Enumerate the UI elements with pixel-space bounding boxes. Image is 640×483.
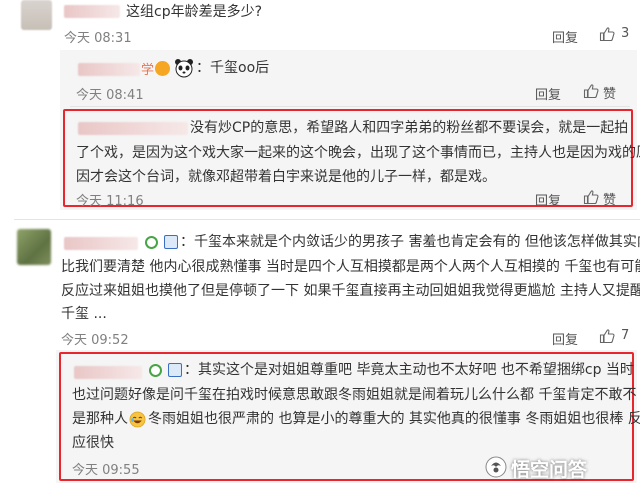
like-button[interactable]: 3 xyxy=(599,26,631,44)
divider xyxy=(70,106,630,107)
reply-time: 今天 09:55 xyxy=(72,463,140,478)
thumbs-up-icon xyxy=(583,190,599,205)
watermark-text: 悟空问答 xyxy=(511,459,588,481)
like-button[interactable]: 赞 xyxy=(583,83,623,102)
comment-text-line: 千玺 ... xyxy=(61,306,107,322)
reply-time: 今天 08:41 xyxy=(76,88,144,103)
panda-icon xyxy=(174,58,194,78)
like-button[interactable]: 赞 xyxy=(583,189,623,208)
commenter-name[interactable] xyxy=(64,5,120,18)
comment-text-line: 比我们要清楚 他内心很成熟懂事 当时是四个人互相摸都是两个人两个人互相摸的 千玺… xyxy=(61,259,640,275)
thumbs-up-icon xyxy=(583,84,599,99)
thumbs-up-icon xyxy=(599,27,615,42)
comment-time: 今天 08:31 xyxy=(64,31,132,46)
reply-author-suffix: 学 xyxy=(141,63,155,78)
vip-badge-icon xyxy=(155,61,170,76)
comment-text-line: ：千玺本来就是个内敛话少的男孩子 害羞也肯定会有的 但他该怎样做其实内心 xyxy=(180,234,640,250)
comment-text-line: 反应过来姐姐也摸他了但是停顿了一下 如果千玺直接再主动回姐姐我觉得更尴尬 主持人… xyxy=(61,283,640,299)
reply-text-line: 是那种人 xyxy=(72,411,128,427)
reply-button[interactable]: 回复 xyxy=(552,27,578,46)
reply-author-name[interactable] xyxy=(78,122,188,135)
comment-time: 今天 09:52 xyxy=(61,333,129,348)
commenter-avatar[interactable] xyxy=(21,0,52,30)
wukong-logo-icon xyxy=(485,456,507,478)
reply-text-line: 应很快 xyxy=(72,435,114,451)
like-label: 赞 xyxy=(603,193,617,208)
laughing-emoji-icon xyxy=(129,411,146,428)
reply-button[interactable]: 回复 xyxy=(535,190,561,209)
reply-text: ：千玺oo后 xyxy=(196,60,270,76)
like-label: 赞 xyxy=(603,87,617,102)
comment-text: 这组cp年龄差是多少? xyxy=(126,4,263,20)
comment-divider xyxy=(14,219,640,220)
member-badge-icon xyxy=(149,364,162,377)
reply-author-name[interactable] xyxy=(74,366,142,379)
commenter-name[interactable] xyxy=(64,237,138,250)
reply-author-name[interactable] xyxy=(78,63,140,76)
reply-button[interactable]: 回复 xyxy=(535,84,561,103)
vip-square-icon xyxy=(168,363,182,377)
vip-square-icon xyxy=(164,235,178,249)
reply-text-line: ：其实这个是对姐姐尊重吧 毕竟太主动也不太好吧 也不希望捆绑cp 当时 xyxy=(184,362,634,378)
commenter-avatar[interactable] xyxy=(17,229,51,265)
member-badge-icon xyxy=(145,236,158,249)
reply-button[interactable]: 回复 xyxy=(552,329,578,348)
reply-text-line: 因才会这个台词，就像邓超带着白宇来说是他的儿子一样，都是戏。 xyxy=(76,169,496,185)
like-button[interactable]: 7 xyxy=(599,328,631,346)
reply-text-line: 冬雨姐姐也很严肃的 也算是小的尊重大的 其实他真的很懂事 冬雨姐姐也很棒 反 xyxy=(148,411,640,427)
like-count: 3 xyxy=(621,26,630,41)
reply-text-line: 也过问题好像是问千玺在拍戏时候意思敢跟冬雨姐姐就是闹着玩儿么什么都 千玺肯定不敢… xyxy=(72,387,637,403)
reply-text-line: 了个戏，是因为这个戏大家一起来的这个晚会，出现了这个事情而已，主持人也是因为戏的… xyxy=(76,145,640,161)
like-count: 7 xyxy=(621,328,630,343)
thumbs-up-icon xyxy=(599,329,615,344)
reply-time: 今天 11:16 xyxy=(76,194,144,209)
reply-text-line: 没有炒CP的意思，希望路人和四字弟弟的粉丝都不要误会，就是一起拍 xyxy=(190,120,629,136)
